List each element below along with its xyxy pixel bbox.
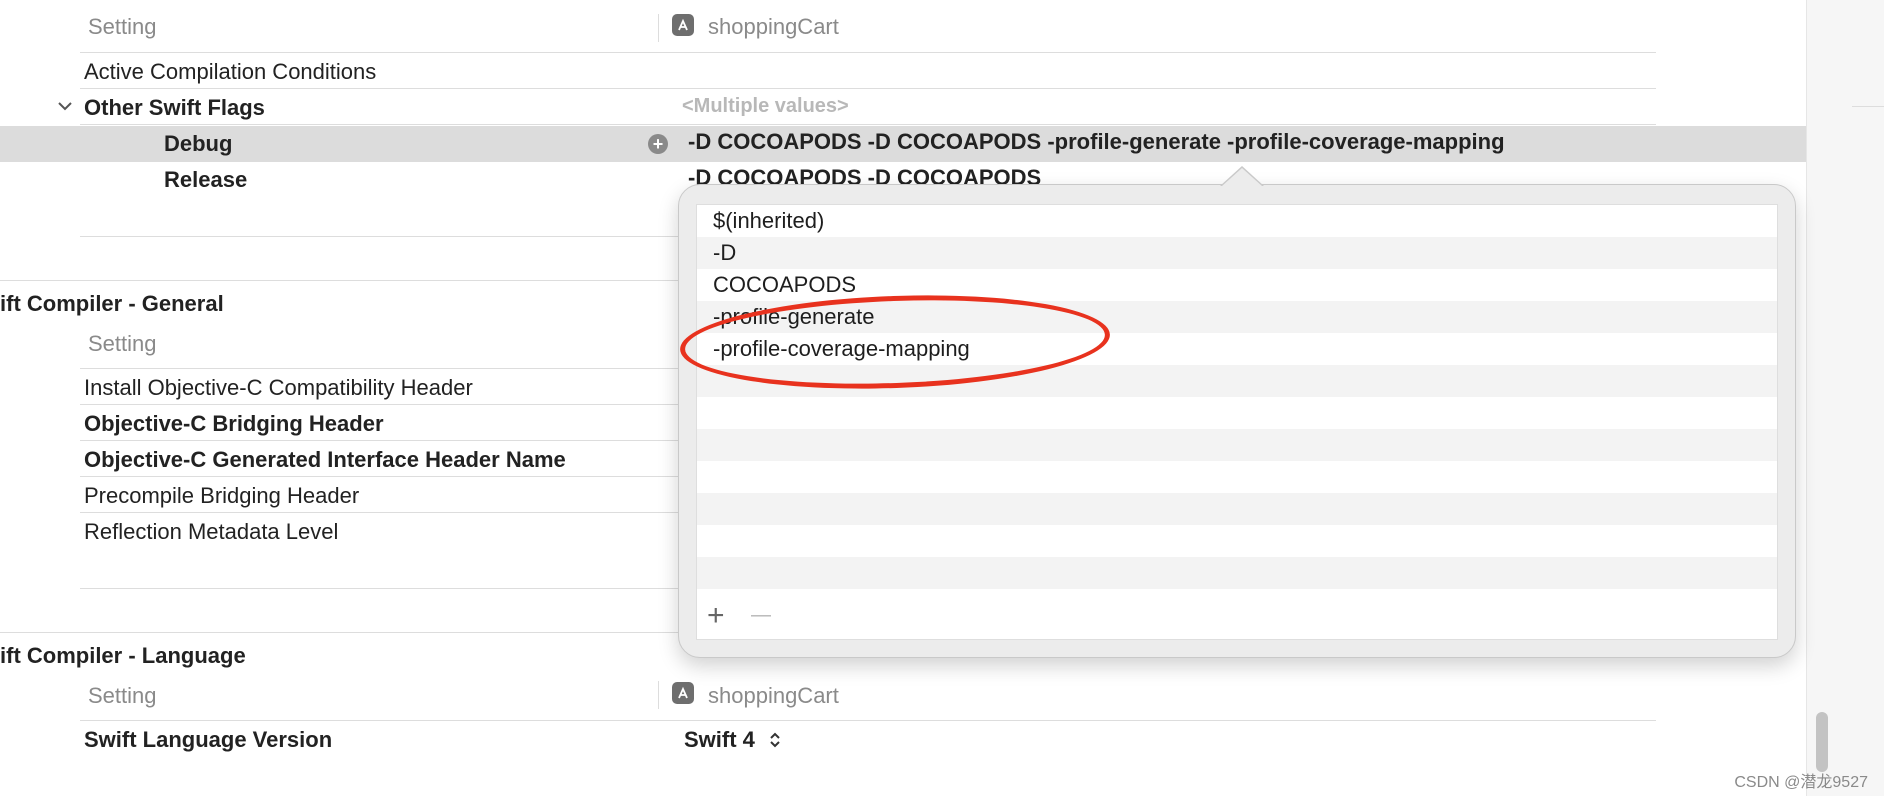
list-item[interactable]: COCOAPODS <box>713 269 856 301</box>
row-divider <box>80 440 680 441</box>
list-row <box>697 461 1777 493</box>
setting-objc-bridging-header[interactable]: Objective-C Bridging Header <box>84 411 384 437</box>
setting-reflection-metadata-level[interactable]: Reflection Metadata Level <box>84 519 338 545</box>
add-button[interactable]: + <box>707 601 725 631</box>
scroll-gutter <box>1806 0 1884 796</box>
chevron-down-icon[interactable] <box>56 97 74 120</box>
remove-button[interactable]: — <box>751 605 771 625</box>
row-divider <box>80 236 680 237</box>
section-title-swift-compiler-general: ift Compiler - General <box>0 291 224 316</box>
row-divider <box>80 476 680 477</box>
list-row <box>697 429 1777 461</box>
popover-arrow-fill <box>1222 168 1262 186</box>
section-divider <box>0 632 680 633</box>
list-item[interactable]: -D <box>713 237 736 269</box>
row-divider <box>80 588 680 589</box>
header-divider <box>80 368 680 369</box>
app-store-icon <box>672 682 694 704</box>
plus-circle-icon[interactable]: + <box>648 134 668 154</box>
target-name: shoppingCart <box>708 683 839 708</box>
setting-precompile-bridging-header[interactable]: Precompile Bridging Header <box>84 483 359 509</box>
setting-column-header: Setting <box>88 683 157 708</box>
app-store-icon <box>672 14 694 36</box>
vertical-scrollbar-thumb[interactable] <box>1816 712 1828 772</box>
list-row <box>697 397 1777 429</box>
setting-release[interactable]: Release <box>164 167 247 193</box>
list-row <box>697 589 1777 621</box>
header-divider <box>80 52 1656 53</box>
swift-version-value[interactable]: Swift 4 <box>684 727 755 753</box>
section-divider <box>0 280 680 281</box>
setting-install-objc-compat-header[interactable]: Install Objective-C Compatibility Header <box>84 375 473 401</box>
setting-column-header: Setting <box>88 331 157 356</box>
flags-list[interactable]: $(inherited) -D COCOAPODS -profile-gener… <box>696 204 1778 640</box>
list-row <box>697 525 1777 557</box>
debug-value[interactable]: -D COCOAPODS -D COCOAPODS -profile-gener… <box>688 129 1505 155</box>
list-row[interactable] <box>697 237 1777 269</box>
column-divider <box>658 14 659 42</box>
row-divider <box>80 124 1656 125</box>
multiple-values-placeholder[interactable]: <Multiple values> <box>682 93 849 119</box>
column-divider <box>658 681 659 709</box>
section-title-swift-compiler-language: ift Compiler - Language <box>0 643 246 668</box>
list-item[interactable]: $(inherited) <box>713 205 824 237</box>
setting-active-compilation-conditions[interactable]: Active Compilation Conditions <box>84 59 376 85</box>
watermark: CSDN @潜龙9527 <box>1734 774 1868 791</box>
list-row[interactable] <box>697 269 1777 301</box>
row-divider <box>80 512 680 513</box>
setting-debug[interactable]: Debug <box>164 131 232 157</box>
row-divider <box>80 404 680 405</box>
list-row[interactable] <box>697 205 1777 237</box>
setting-column-header: Setting <box>88 14 157 39</box>
header-divider <box>80 720 1656 721</box>
setting-other-swift-flags[interactable]: Other Swift Flags <box>84 95 265 121</box>
setting-objc-generated-interface-header[interactable]: Objective-C Generated Interface Header N… <box>84 447 566 473</box>
up-down-chevron-icon[interactable] <box>768 730 782 755</box>
target-name: shoppingCart <box>708 14 839 39</box>
row-divider <box>80 88 1656 89</box>
setting-swift-language-version[interactable]: Swift Language Version <box>84 727 332 753</box>
list-row <box>697 557 1777 589</box>
list-row <box>697 493 1777 525</box>
gutter-divider <box>1852 106 1884 107</box>
